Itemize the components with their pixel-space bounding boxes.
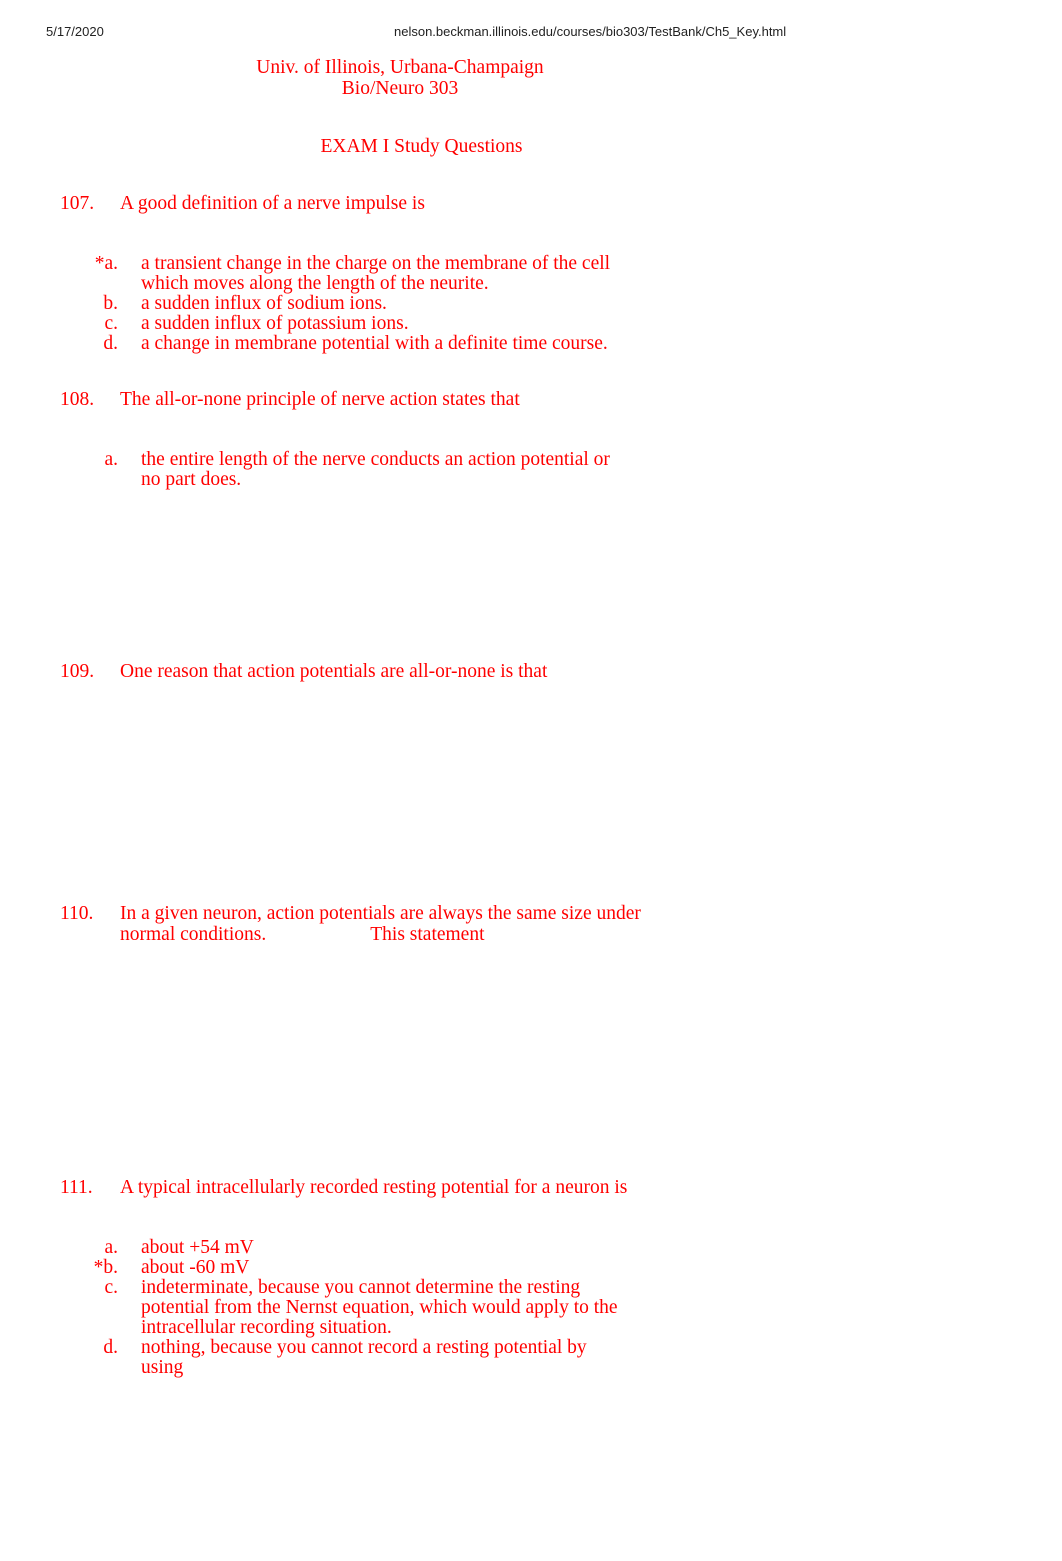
option-text: a sudden influx of sodium ions. (141, 292, 387, 314)
question-number-107: 107. (60, 193, 95, 214)
option-letter: *b. (93, 1256, 118, 1278)
question-stem-111: 111. A typical intracellularly recorded … (0, 1177, 1020, 1199)
question-stem-110: 110. In a given neuron, action potential… (0, 903, 1020, 945)
option-row[interactable]: *a. a transient change in the charge on … (0, 252, 1020, 294)
options-list-108: a. the entire length of the nerve conduc… (0, 448, 1020, 490)
question-number-111: 111. (60, 1177, 93, 1198)
options-list-107: *a. a transient change in the charge on … (0, 252, 1020, 354)
option-row[interactable]: d. a change in membrane potential with a… (0, 332, 1020, 354)
options-list-111: a. about +54 mV *b. about -60 mV c. inde… (0, 1236, 1020, 1378)
institution-heading: Univ. of Illinois, Urbana-Champaign Bio/… (0, 57, 800, 99)
course-name: Bio/Neuro 303 (341, 77, 459, 99)
option-letter: a. (104, 1236, 118, 1258)
option-letter: d. (103, 332, 118, 354)
question-block-107: 107. A good definition of a nerve impuls… (0, 193, 1020, 354)
option-letter: a. (104, 448, 118, 470)
question-text-107: A good definition of a nerve impulse is (120, 193, 425, 214)
option-row[interactable]: a. the entire length of the nerve conduc… (0, 448, 1020, 490)
option-text: about +54 mV (141, 1236, 254, 1258)
option-text: a change in membrane potential with a de… (141, 332, 608, 354)
option-row[interactable]: d. nothing, because you cannot record a … (0, 1336, 1020, 1378)
option-letter: c. (104, 312, 118, 334)
option-letter: *a. (94, 252, 118, 274)
question-stem-108: 108. The all-or-none principle of nerve … (0, 389, 1020, 411)
question-text-111: A typical intracellularly recorded resti… (120, 1177, 628, 1198)
question-number-108: 108. (60, 389, 95, 410)
option-row[interactable]: *b. about -60 mV (0, 1256, 1020, 1278)
option-text: indeterminate, because you cannot determ… (141, 1276, 618, 1338)
option-letter: d. (103, 1336, 118, 1358)
option-row[interactable]: c. indeterminate, because you cannot det… (0, 1276, 1020, 1338)
option-row[interactable]: c. a sudden influx of potassium ions. (0, 312, 1020, 334)
print-date: 5/17/2020 (46, 24, 104, 39)
question-stem-107: 107. A good definition of a nerve impuls… (0, 193, 1020, 215)
option-row[interactable]: a. about +54 mV (0, 1236, 1020, 1258)
question-text-108: The all-or-none principle of nerve actio… (120, 389, 520, 410)
institution-name: Univ. of Illinois, Urbana-Champaign (256, 57, 544, 78)
question-number-109: 109. (60, 661, 95, 682)
question-number-110: 110. (60, 903, 94, 924)
option-text: about -60 mV (141, 1256, 250, 1278)
option-text: nothing, because you cannot record a res… (141, 1336, 587, 1378)
option-text: a transient change in the charge on the … (141, 252, 611, 294)
question-stem-109: 109. One reason that action potentials a… (0, 661, 1020, 683)
question-text-109: One reason that action potentials are al… (120, 661, 548, 682)
print-header: 5/17/2020 nelson.beckman.illinois.edu/co… (0, 24, 1062, 44)
option-text: the entire length of the nerve conducts … (141, 448, 610, 490)
question-text-110-part2: This statement (370, 923, 485, 945)
option-text: a sudden influx of potassium ions. (141, 312, 409, 334)
option-letter: b. (103, 292, 118, 314)
page-url: nelson.beckman.illinois.edu/courses/bio3… (394, 24, 787, 39)
page-title: EXAM I Study Questions (320, 136, 523, 157)
question-block-109: 109. One reason that action potentials a… (0, 661, 1020, 683)
question-text-110: In a given neuron, action potentials are… (120, 903, 686, 945)
exam-study-questions-page: { "print_header": { "date": "5/17/2020",… (0, 0, 1062, 1561)
question-block-108: 108. The all-or-none principle of nerve … (0, 389, 1020, 490)
option-letter: c. (104, 1276, 118, 1298)
question-block-111: 111. A typical intracellularly recorded … (0, 1177, 1020, 1378)
question-block-110: 110. In a given neuron, action potential… (0, 903, 1020, 945)
option-row[interactable]: b. a sudden influx of sodium ions. (0, 292, 1020, 314)
